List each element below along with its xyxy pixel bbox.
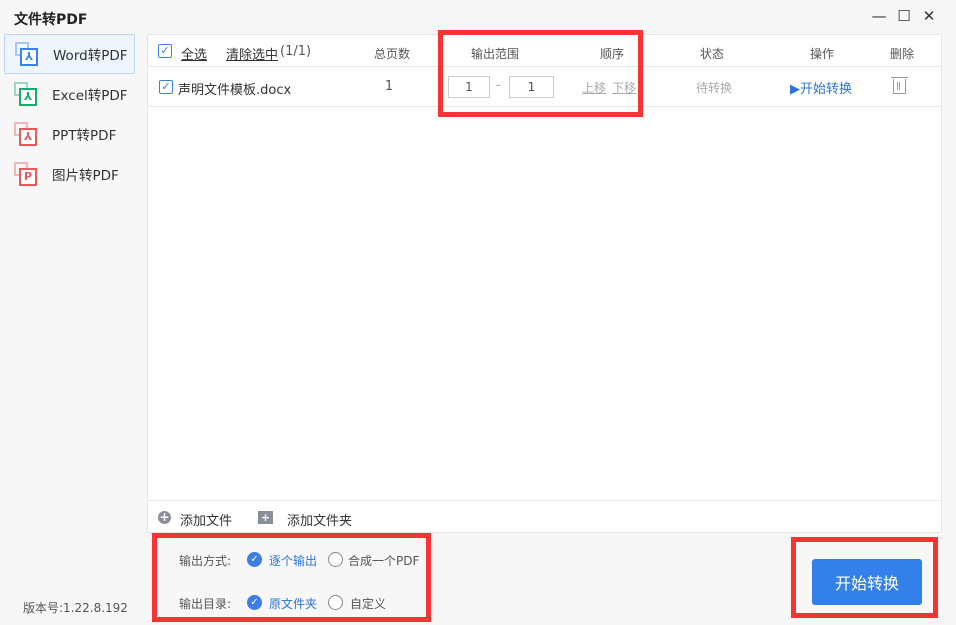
- sidebar-item-label: Excel转PDF: [52, 88, 128, 104]
- sidebar-item-3[interactable]: P 图片转PDF: [4, 154, 135, 194]
- mode-individual-label[interactable]: 逐个输出: [269, 552, 317, 569]
- sidebar-item-label: Word转PDF: [53, 48, 128, 64]
- version-label: 版本号:1.22.8.192: [23, 601, 128, 615]
- sidebar-item-label: PPT转PDF: [52, 128, 117, 144]
- minimize-button[interactable]: —: [869, 6, 889, 26]
- selection-count: (1/1): [280, 44, 312, 59]
- highlight-box: [438, 30, 643, 117]
- plus-circle-icon: +: [158, 510, 171, 524]
- dir-original-radio[interactable]: ✓: [247, 595, 262, 610]
- select-all-link[interactable]: 全选: [181, 44, 207, 63]
- sidebar-item-0[interactable]: ⅄ Word转PDF: [4, 34, 135, 74]
- sidebar-item-label: 图片转PDF: [52, 168, 119, 184]
- dir-original-label[interactable]: 原文件夹: [269, 595, 317, 612]
- mode-individual-radio[interactable]: ✓: [247, 552, 262, 567]
- header-delete: 删除: [889, 47, 915, 61]
- sidebar-item-1[interactable]: ⅄ Excel转PDF: [4, 74, 135, 114]
- add-folder-button[interactable]: 添加文件夹: [287, 510, 352, 529]
- start-convert-link[interactable]: ▶开始转换: [790, 78, 852, 97]
- output-mode-label: 输出方式:: [179, 554, 232, 568]
- output-dir-label: 输出目录:: [179, 597, 232, 611]
- pdf-file-icon: P: [14, 162, 38, 186]
- header-pages: 总页数: [373, 47, 411, 61]
- page-count: 1: [384, 79, 394, 94]
- select-all-checkbox[interactable]: ✓: [158, 44, 172, 58]
- pdf-file-icon: ⅄: [14, 122, 38, 146]
- close-button[interactable]: ✕: [919, 6, 939, 26]
- pdf-file-icon: ⅄: [15, 42, 39, 66]
- output-options: 输出方式: ✓ 逐个输出 合成一个PDF 输出目录: ✓ 原文件夹 自定义: [152, 533, 431, 622]
- add-file-button[interactable]: 添加文件: [180, 510, 232, 529]
- folder-plus-icon: +: [258, 511, 273, 524]
- status-text: 待转换: [695, 81, 733, 95]
- dir-custom-label[interactable]: 自定义: [350, 595, 386, 612]
- mode-merge-radio[interactable]: [328, 552, 343, 567]
- window-title: 文件转PDF: [14, 12, 88, 28]
- dir-custom-radio[interactable]: [328, 595, 343, 610]
- sidebar-item-2[interactable]: ⅄ PPT转PDF: [4, 114, 135, 154]
- file-actions-bar: + 添加文件 + 添加文件夹: [148, 500, 941, 533]
- file-name: 声明文件模板.docx: [178, 83, 292, 98]
- clear-selection-link[interactable]: 清除选中: [226, 44, 278, 63]
- header-action: 操作: [809, 47, 835, 61]
- header-status: 状态: [699, 47, 725, 61]
- maximize-button[interactable]: ☐: [894, 6, 914, 26]
- row-checkbox[interactable]: ✓: [159, 80, 173, 94]
- start-conversion-button[interactable]: 开始转换: [812, 559, 922, 605]
- mode-merge-label[interactable]: 合成一个PDF: [348, 552, 419, 569]
- pdf-file-icon: ⅄: [14, 82, 38, 106]
- trash-icon[interactable]: [891, 77, 908, 94]
